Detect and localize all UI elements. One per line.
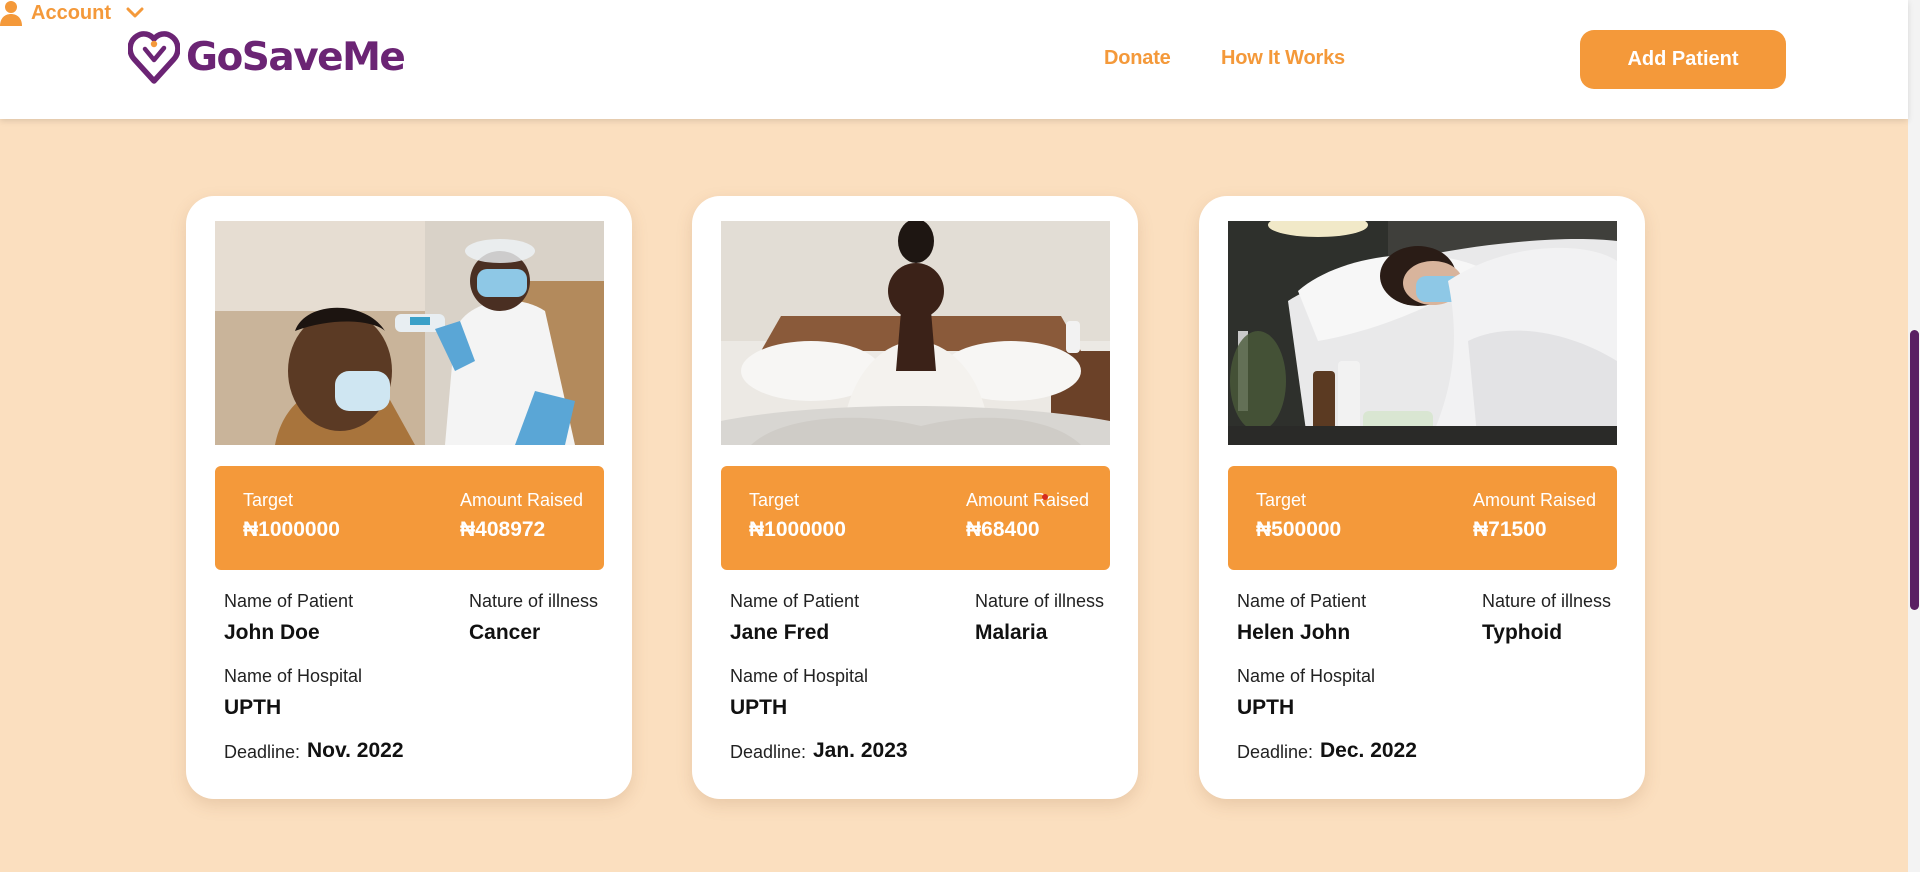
hospital-value: UPTH [730, 696, 788, 719]
hospital-label: Name of Hospital [1237, 666, 1376, 686]
target-label: Target [749, 490, 800, 510]
patient-temperature-check-photo [215, 221, 604, 445]
heart-logo-icon [128, 31, 180, 84]
nav-how-it-works-link[interactable]: How It Works [1221, 47, 1345, 70]
deadline-label: Deadline: [730, 742, 807, 762]
patient-name-label: Name of Patient [730, 591, 860, 611]
patient-name-label: Name of Patient [224, 591, 354, 611]
site-header: GoSaveMe Donate How It Works Account Add… [0, 0, 1908, 119]
hospital-value: UPTH [224, 696, 282, 719]
patient-name: Jane Fred [730, 621, 830, 644]
illness-label: Nature of illness [1482, 591, 1612, 611]
add-patient-button[interactable]: Add Patient [1580, 30, 1786, 89]
target-value: ₦1000000 [749, 518, 846, 541]
woman-sick-in-bed-photo [721, 221, 1110, 445]
illness-value: Cancer [469, 621, 541, 644]
funding-summary: Target ₦1000000 Amount Raised ₦68400 [721, 466, 1110, 570]
illness-label: Nature of illness [469, 591, 599, 611]
brand-logo[interactable]: GoSaveMe [128, 29, 406, 85]
amount-raised-label: Amount Raised [966, 490, 1090, 510]
patient-card[interactable]: Target ₦500000 Amount Raised ₦71500 Name… [1199, 196, 1645, 799]
amount-raised-value: ₦68400 [966, 518, 1040, 541]
brand-name: GoSaveMe [186, 34, 406, 80]
amount-raised-value: ₦71500 [1473, 518, 1547, 541]
woman-masked-sleeping-photo [1228, 221, 1617, 445]
target-label: Target [243, 490, 294, 510]
account-label: Account [31, 1, 111, 24]
patient-photo [721, 221, 1110, 445]
funding-summary: Target ₦500000 Amount Raised ₦71500 [1228, 466, 1617, 570]
patient-photo [215, 221, 604, 445]
hospital-label: Name of Hospital [730, 666, 869, 686]
amount-raised-label: Amount Raised [460, 490, 584, 510]
illness-value: Typhoid [1482, 621, 1563, 644]
patient-name-label: Name of Patient [1237, 591, 1367, 611]
patient-card[interactable]: Target ₦1000000 Amount Raised ₦68400 Nam… [692, 196, 1138, 799]
patient-photo [1228, 221, 1617, 445]
hospital-value: UPTH [1237, 696, 1295, 719]
patient-name: Helen John [1237, 621, 1351, 644]
amount-raised-value: ₦408972 [460, 518, 546, 541]
target-label: Target [1256, 490, 1307, 510]
deadline-label: Deadline: [224, 742, 301, 762]
deadline-value: Nov. 2022 [307, 739, 404, 762]
patient-card[interactable]: Target ₦1000000 Amount Raised ₦408972 Na… [186, 196, 632, 799]
deadline-value: Jan. 2023 [813, 739, 908, 762]
illness-value: Malaria [975, 621, 1048, 644]
deadline-label: Deadline: [1237, 742, 1314, 762]
user-icon [0, 1, 22, 26]
patient-name: John Doe [224, 621, 320, 644]
mouse-cursor [1042, 494, 1048, 500]
illness-label: Nature of illness [975, 591, 1105, 611]
account-menu[interactable]: Account [0, 0, 1908, 26]
nav-donate-link[interactable]: Donate [1104, 47, 1171, 70]
page-scrollbar-thumb[interactable] [1910, 330, 1919, 610]
deadline-value: Dec. 2022 [1320, 739, 1417, 762]
chevron-down-icon [126, 7, 144, 18]
amount-raised-label: Amount Raised [1473, 490, 1597, 510]
target-value: ₦500000 [1256, 518, 1342, 541]
target-value: ₦1000000 [243, 518, 340, 541]
funding-summary: Target ₦1000000 Amount Raised ₦408972 [215, 466, 604, 570]
hospital-label: Name of Hospital [224, 666, 363, 686]
